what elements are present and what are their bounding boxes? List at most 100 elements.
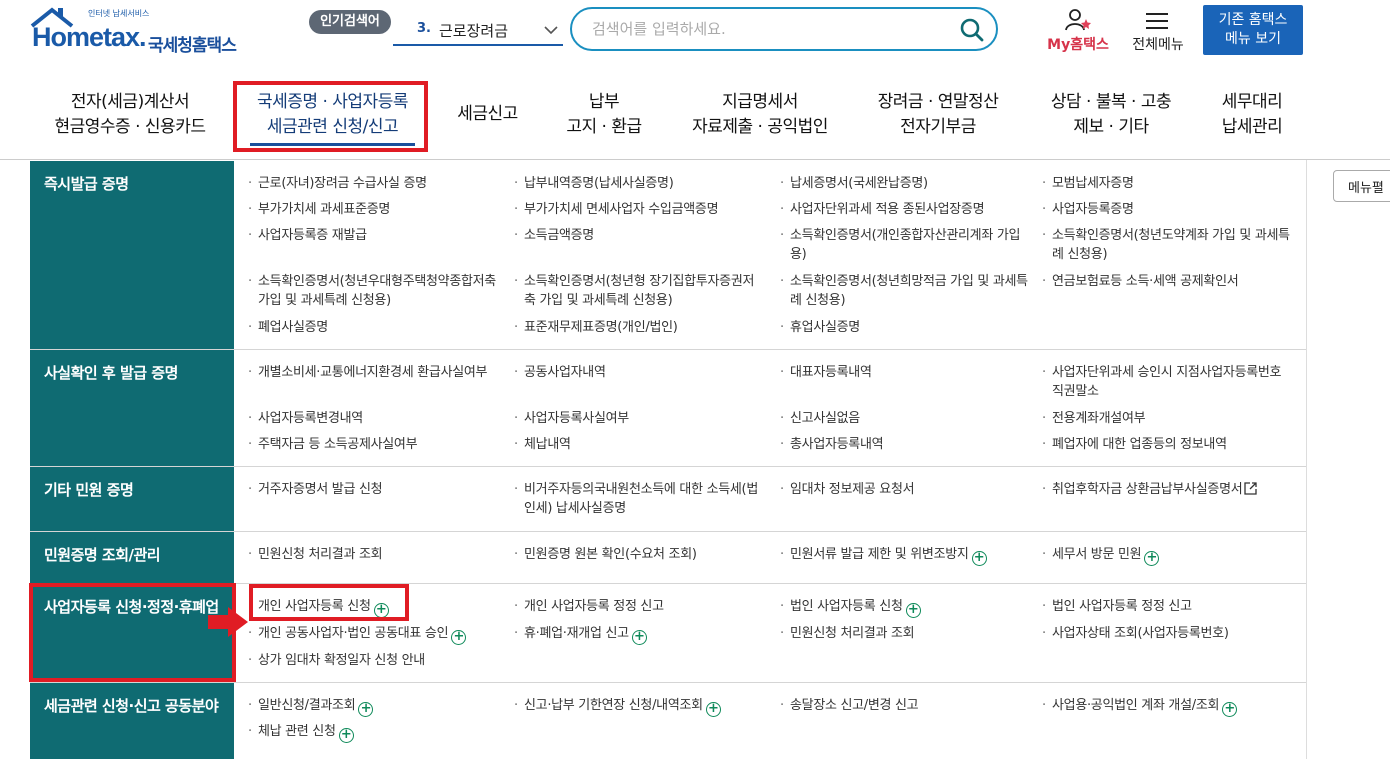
user-star-icon xyxy=(1065,9,1091,31)
menu-link[interactable]: 폐업사실증명 xyxy=(246,318,496,337)
menu-link[interactable]: 대표자등록내역 xyxy=(778,363,1028,382)
menu-link[interactable]: 임대차 정보제공 요청서 xyxy=(778,480,1028,499)
gnb-label-line2: 고지 · 환급 xyxy=(566,117,642,137)
expand-plus-icon[interactable]: + xyxy=(358,702,374,717)
all-menu-label: 전체메뉴 xyxy=(1132,37,1184,53)
gnb-label-line1: 세금신고 xyxy=(457,104,518,124)
section-title: 사실확인 후 발급 증명 xyxy=(30,350,234,466)
menu-link[interactable]: 휴·폐업·재개업 신고+ xyxy=(512,624,762,645)
menu-link[interactable]: 소득확인증명서(청년우대형주택청약종합저축 가입 및 과세특례 신청용) xyxy=(246,272,501,310)
expand-plus-icon[interactable]: + xyxy=(905,603,921,618)
menu-link[interactable]: 법인 사업자등록 정정 신고 xyxy=(1040,597,1290,616)
legacy-menu-line1: 기존 홈택스 xyxy=(1218,12,1288,28)
gnb-item-consultation[interactable]: 상담 · 불복 · 고충 제보 · 기타 xyxy=(1036,90,1186,140)
popular-term: 근로장려금 xyxy=(439,22,509,40)
gnb-item-payment[interactable]: 납부 고지 · 환급 xyxy=(548,90,660,140)
menu-link[interactable]: 사업자등록증명 xyxy=(1040,200,1290,219)
gnb-item-e-invoice[interactable]: 전자(세금)계산서 현금영수증 · 신용카드 xyxy=(45,90,215,140)
logo-text: Hometax. xyxy=(32,22,147,52)
section-title: 세금관련 신청·신고 공동분야 xyxy=(30,683,234,759)
menu-link[interactable]: 비거주자등의국내원천소득에 대한 소득세(법인세) 납세사실증명 xyxy=(512,480,762,518)
menu-link[interactable]: 공동사업자내역 xyxy=(512,363,762,382)
gnb-label-line2: 현금영수증 · 신용카드 xyxy=(54,117,206,137)
menu-link[interactable]: 거주자증명서 발급 신청 xyxy=(246,480,496,499)
menu-link[interactable]: 사업자단위과세 적용 종된사업장증명 xyxy=(778,200,1028,219)
popular-search-select[interactable]: 3. 근로장려금 xyxy=(393,16,563,46)
menu-link[interactable]: 사업자등록변경내역 xyxy=(246,409,496,428)
gnb-item-tax-return[interactable]: 세금신고 xyxy=(445,102,530,127)
menu-link[interactable]: 신고·납부 기한연장 신청/내역조회+ xyxy=(512,696,772,717)
gnb-item-incentives[interactable]: 장려금 · 연말정산 전자기부금 xyxy=(862,90,1014,140)
header: 인터넷 납세서비스 Hometax. 국세청홈택스 인기검색어 3. 근로장려금… xyxy=(0,0,1390,75)
menu-link[interactable]: 휴업사실증명 xyxy=(778,318,1028,337)
legacy-menu-button[interactable]: 기존 홈택스 메뉴 보기 xyxy=(1203,5,1303,55)
menu-link[interactable]: 모범납세자증명 xyxy=(1040,174,1290,193)
gnb-label-line1: 전자(세금)계산서 xyxy=(70,92,190,112)
expand-plus-icon[interactable]: + xyxy=(1222,702,1238,717)
menu-link[interactable]: 주택자금 등 소득공제사실여부 xyxy=(246,435,496,454)
menu-link[interactable]: 근로(자녀)장려금 수급사실 증명 xyxy=(246,174,496,193)
menu-link[interactable]: 세무서 방문 민원+ xyxy=(1040,545,1290,566)
logo-subtitle: 인터넷 납세서비스 xyxy=(88,9,150,18)
section-tax-applications: 세금관련 신청·신고 공동분야 일반신청/결과조회+ 신고·납부 기한연장 신청… xyxy=(30,683,1306,759)
menu-link[interactable]: 연금보험료등 소득·세액 공제확인서 xyxy=(1040,272,1295,291)
menu-link[interactable]: 민원서류 발급 제한 및 위변조방지+ xyxy=(778,545,1038,566)
all-menu-button[interactable]: 전체메뉴 xyxy=(1122,8,1194,54)
menu-link[interactable]: 개인 사업자등록 정정 신고 xyxy=(512,597,762,616)
my-hometax-button[interactable]: My홈택스 xyxy=(1042,8,1114,54)
menu-link[interactable]: 민원신청 처리결과 조회 xyxy=(246,545,496,564)
menu-link-label: 세무서 방문 민원 xyxy=(1052,547,1142,562)
menu-link[interactable]: 상가 임대차 확정일자 신청 안내 xyxy=(246,651,496,670)
menu-link[interactable]: 법인 사업자등록 신청+ xyxy=(778,597,1028,618)
menu-link[interactable]: 부가가치세 면세사업자 수입금액증명 xyxy=(512,200,762,219)
menu-link[interactable]: 소득확인증명서(청년도약계좌 가입 및 과세특례 신청용) xyxy=(1040,226,1295,264)
menu-link[interactable]: 납부내역증명(납세사실증명) xyxy=(512,174,762,193)
hamburger-menu-icon xyxy=(1146,13,1168,29)
global-nav: 전자(세금)계산서 현금영수증 · 신용카드 국세증명 · 사업자등록 세금관련… xyxy=(0,78,1390,160)
expand-plus-icon[interactable]: + xyxy=(705,702,721,717)
menu-link-label: 사업용·공익법인 계좌 개설/조회 xyxy=(1052,698,1220,713)
menu-link[interactable]: 전용계좌개설여부 xyxy=(1040,409,1295,428)
menu-expand-button[interactable]: 메뉴펼 xyxy=(1333,170,1390,202)
expand-plus-icon[interactable]: + xyxy=(631,630,647,645)
search-icon[interactable] xyxy=(958,17,986,43)
menu-link[interactable]: 폐업자에 대한 업종등의 정보내역 xyxy=(1040,435,1295,454)
menu-link[interactable]: 사업자등록증 재발급 xyxy=(246,226,496,245)
menu-link[interactable]: 사업자단위과세 승인시 지점사업자등록번호 직권말소 xyxy=(1040,363,1295,401)
expand-plus-icon[interactable]: + xyxy=(451,630,467,645)
popular-rank: 3. xyxy=(417,21,431,36)
menu-link[interactable]: 민원신청 처리결과 조회 xyxy=(778,624,1028,643)
menu-link[interactable]: 민원증명 원본 확인(수요처 조회) xyxy=(512,545,762,564)
menu-link[interactable]: 개별소비세·교통에너지환경세 환급사실여부 xyxy=(246,363,491,382)
menu-link[interactable]: 사업용·공익법인 계좌 개설/조회+ xyxy=(1040,696,1300,717)
menu-link[interactable]: 소득확인증명서(청년형 장기집합투자증권저축 가입 및 과세특례 신청용) xyxy=(512,272,762,310)
menu-link[interactable]: 소득확인증명서(개인종합자산관리계좌 가입용) xyxy=(778,226,1028,264)
menu-link[interactable]: 체납내역 xyxy=(512,435,762,454)
section-cert-manage: 민원증명 조회/관리 민원신청 처리결과 조회 민원증명 원본 확인(수요처 조… xyxy=(30,532,1306,584)
menu-link[interactable]: 일반신청/결과조회+ xyxy=(246,696,496,717)
menu-link[interactable]: 소득확인증명서(청년희망적금 가입 및 과세특례 신청용) xyxy=(778,272,1033,310)
menu-link[interactable]: 표준재무제표증명(개인/법인) xyxy=(512,318,762,337)
menu-link[interactable]: 신고사실없음 xyxy=(778,409,1028,428)
menu-link-external[interactable]: 취업후학자금 상환금납부사실증명서 xyxy=(1040,480,1300,499)
red-arrow-icon xyxy=(208,607,248,637)
section-other-certs: 기타 민원 증명 거주자증명서 발급 신청 비거주자등의국내원천소득에 대한 소… xyxy=(30,467,1306,532)
menu-link[interactable]: 납세증명서(국세완납증명) xyxy=(778,174,1028,193)
search-box xyxy=(570,7,998,51)
menu-link[interactable]: 송달장소 신고/변경 신고 xyxy=(778,696,1028,715)
hometax-logo[interactable]: 인터넷 납세서비스 Hometax. 국세청홈택스 xyxy=(30,6,245,56)
expand-plus-icon[interactable]: + xyxy=(338,728,354,743)
expand-plus-icon[interactable]: + xyxy=(971,551,987,566)
menu-link[interactable]: 총사업자등록내역 xyxy=(778,435,1028,454)
gnb-item-agent[interactable]: 세무대리 납세관리 xyxy=(1205,90,1299,140)
menu-link[interactable]: 개인 공동사업자·법인 공동대표 승인+ xyxy=(246,624,501,645)
gnb-item-statements[interactable]: 지급명세서 자료제출 · 공익법인 xyxy=(680,90,840,140)
expand-plus-icon[interactable]: + xyxy=(1144,551,1160,566)
menu-link[interactable]: 부가가치세 과세표준증명 xyxy=(246,200,496,219)
menu-link[interactable]: 체납 관련 신청+ xyxy=(246,722,496,743)
search-input[interactable] xyxy=(592,18,952,40)
menu-link[interactable]: 소득금액증명 xyxy=(512,226,762,245)
gnb-label-line1: 장려금 · 연말정산 xyxy=(877,92,999,112)
menu-link[interactable]: 사업자등록사실여부 xyxy=(512,409,762,428)
menu-link[interactable]: 사업자상태 조회(사업자등록번호) xyxy=(1040,624,1295,643)
